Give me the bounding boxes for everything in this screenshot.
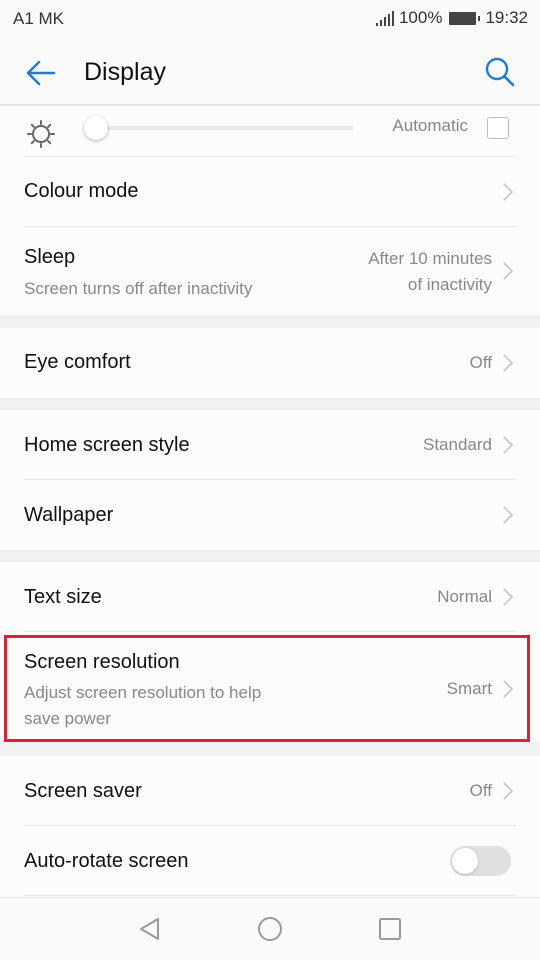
brightness-slider-thumb[interactable]: [84, 116, 109, 140]
status-indicators: 100% 19:32: [375, 8, 528, 28]
battery-percent: 100%: [398, 8, 443, 27]
eye-comfort-value: Off: [469, 353, 492, 372]
screen-saver-title: Screen saver: [24, 780, 142, 802]
home-screen-style-row[interactable]: Home screen style Standard: [0, 410, 540, 480]
search-icon: [485, 57, 515, 87]
wallpaper-title: Wallpaper: [24, 504, 114, 526]
app-bar: Display: [0, 38, 540, 106]
chevron-right-icon: [503, 680, 514, 698]
toggle-knob: [452, 848, 478, 874]
back-button[interactable]: [24, 56, 58, 90]
colour-mode-row[interactable]: Colour mode: [0, 157, 540, 227]
eye-comfort-title: Eye comfort: [24, 351, 131, 373]
text-size-title: Text size: [24, 586, 102, 608]
eye-comfort-row[interactable]: Eye comfort Off: [0, 328, 540, 398]
automatic-brightness-label: Automatic: [392, 116, 468, 135]
screen-resolution-subtitle-line1: Adjust screen resolution to help: [24, 683, 262, 702]
section-gap: [0, 742, 540, 756]
screen-resolution-row[interactable]: Screen resolution Adjust screen resoluti…: [0, 632, 540, 742]
colour-mode-title: Colour mode: [24, 180, 139, 202]
chevron-right-icon: [503, 183, 514, 201]
sun-icon: [27, 120, 55, 148]
chevron-right-icon: [503, 588, 514, 606]
divider: [24, 895, 516, 896]
chevron-right-icon: [503, 354, 514, 372]
sleep-value-line2: of inactivity: [407, 275, 492, 294]
nav-home-circle-icon[interactable]: [257, 916, 283, 942]
auto-rotate-row[interactable]: Auto-rotate screen: [0, 826, 540, 896]
battery-full-icon: [449, 11, 481, 25]
brightness-slider[interactable]: [86, 126, 354, 130]
home-screen-style-value: Standard: [423, 435, 492, 454]
wallpaper-row[interactable]: Wallpaper: [0, 480, 540, 550]
home-screen-style-title: Home screen style: [24, 434, 190, 456]
screen-resolution-subtitle: Adjust screen resolution to help save po…: [24, 680, 261, 732]
screen-resolution-value: Smart: [446, 679, 492, 698]
automatic-brightness-checkbox[interactable]: [487, 117, 509, 139]
nav-recents-square-icon[interactable]: [377, 916, 403, 942]
text-size-value: Normal: [437, 587, 492, 606]
screen-resolution-title: Screen resolution: [24, 651, 180, 673]
section-gap: [0, 550, 540, 562]
sleep-value-line1: After 10 minutes: [368, 249, 492, 268]
chevron-right-icon: [503, 506, 514, 524]
clock: 19:32: [485, 8, 528, 27]
arrow-left-icon: [26, 60, 56, 86]
auto-rotate-title: Auto-rotate screen: [24, 850, 189, 872]
section-gap: [0, 398, 540, 410]
chevron-right-icon: [503, 436, 514, 454]
status-bar: A1 MK 100% 19:32: [0, 0, 540, 38]
text-size-row[interactable]: Text size Normal: [0, 562, 540, 632]
chevron-right-icon: [503, 782, 514, 800]
chevron-right-icon: [503, 262, 514, 280]
screen-saver-row[interactable]: Screen saver Off: [0, 756, 540, 826]
screen-resolution-subtitle-line2: save power: [24, 709, 111, 728]
section-gap: [0, 315, 540, 328]
page-title: Display: [84, 58, 166, 86]
brightness-row: Automatic: [0, 107, 540, 157]
signal-bars-icon: [375, 10, 394, 26]
sleep-row[interactable]: Sleep Screen turns off after inactivity …: [0, 227, 540, 315]
sleep-subtitle: Screen turns off after inactivity: [24, 279, 253, 298]
sleep-value: After 10 minutes of inactivity: [368, 246, 492, 298]
carrier-name: A1 MK: [13, 9, 65, 28]
sleep-title: Sleep: [24, 246, 76, 268]
navigation-bar: [0, 897, 540, 960]
nav-back-triangle-icon[interactable]: [137, 916, 163, 942]
auto-rotate-toggle[interactable]: [450, 846, 511, 876]
search-button[interactable]: [484, 56, 516, 88]
screen-saver-value: Off: [469, 781, 492, 800]
